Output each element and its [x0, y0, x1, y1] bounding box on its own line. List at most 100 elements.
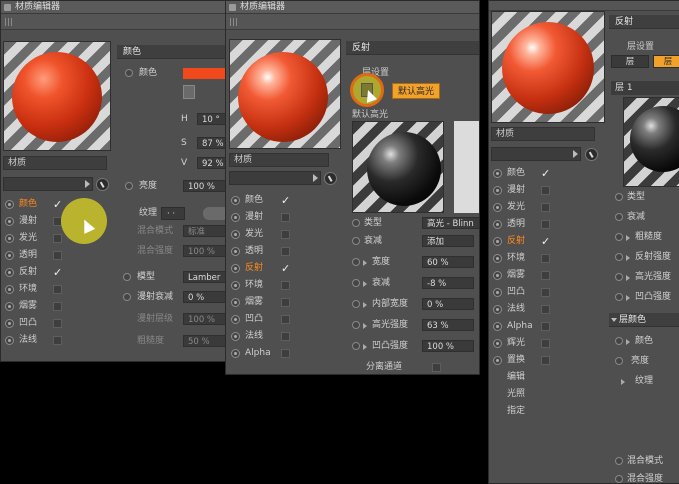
channel-item[interactable]: 漫射 — [229, 209, 299, 226]
diffuse-falloff-value[interactable]: 0 % — [183, 291, 227, 303]
anim-radio[interactable] — [615, 273, 623, 281]
channel-item[interactable]: 反射 — [3, 264, 63, 281]
anim-radio[interactable] — [352, 219, 360, 227]
material-name-field[interactable]: 材质 — [491, 127, 595, 141]
h-value[interactable]: 10 ° — [197, 113, 227, 125]
expand-icon[interactable] — [621, 379, 625, 385]
channel-item[interactable]: 辉光 — [491, 335, 553, 352]
expand-icon[interactable] — [626, 295, 630, 301]
channel-checkbox[interactable] — [541, 339, 550, 348]
s-value[interactable]: 87 % — [197, 137, 227, 149]
channel-item[interactable]: 漫射 — [3, 213, 63, 230]
layer-tab-a[interactable]: 层 — [611, 55, 649, 68]
pick-material-icon[interactable] — [96, 178, 109, 191]
channel-checkbox[interactable] — [53, 264, 62, 281]
expand-icon[interactable] — [626, 339, 630, 345]
channel-item[interactable]: 置换 — [491, 352, 553, 369]
channel-checkbox[interactable] — [281, 192, 290, 209]
expand-icon[interactable] — [363, 344, 367, 350]
spec-strength-value[interactable]: 63 % — [422, 319, 474, 331]
blend-mode-value[interactable]: 标准 — [183, 225, 227, 237]
anim-radio[interactable] — [615, 457, 623, 465]
color-mode-icon[interactable] — [183, 85, 195, 99]
channel-item[interactable]: 烟雾 — [491, 267, 553, 284]
expand-icon[interactable] — [363, 260, 367, 266]
anim-radio[interactable] — [352, 279, 360, 287]
expand-icon[interactable] — [363, 281, 367, 287]
channel-item[interactable]: 环境 — [229, 277, 299, 294]
falloff-value[interactable]: 添加 — [422, 235, 474, 247]
anim-radio[interactable] — [352, 237, 360, 245]
channel-checkbox[interactable] — [281, 281, 290, 290]
expand-icon[interactable] — [626, 275, 630, 281]
channel-scroll-strip[interactable] — [229, 171, 321, 185]
inner-width-value[interactable]: 0 % — [422, 298, 474, 310]
channel-checkbox[interactable] — [281, 298, 290, 307]
material-name-field[interactable]: 材质 — [3, 156, 107, 170]
channel-item[interactable]: 反射 — [491, 233, 553, 250]
channel-item[interactable]: 透明 — [491, 216, 553, 233]
material-name-field[interactable]: 材质 — [229, 153, 329, 167]
channel-checkbox[interactable] — [541, 186, 550, 195]
expand-icon[interactable] — [626, 235, 630, 241]
channel-checkbox[interactable] — [53, 285, 62, 294]
anim-radio[interactable] — [615, 357, 623, 365]
pick-material-icon[interactable] — [585, 148, 598, 161]
anim-radio[interactable] — [123, 293, 131, 301]
channel-checkbox[interactable] — [281, 260, 290, 277]
brightness-value[interactable]: 100 % — [183, 180, 227, 192]
anim-radio[interactable] — [615, 213, 623, 221]
width-value[interactable]: 60 % — [422, 256, 474, 268]
grip-icon[interactable] — [5, 18, 14, 26]
channel-checkbox[interactable] — [53, 302, 62, 311]
channel-item[interactable]: 发光 — [3, 230, 63, 247]
channel-checkbox[interactable] — [281, 213, 290, 222]
channel-checkbox[interactable] — [281, 315, 290, 324]
pick-material-icon[interactable] — [324, 172, 337, 185]
channel-item[interactable]: 透明 — [3, 247, 63, 264]
channel-checkbox[interactable] — [541, 271, 550, 280]
channel-checkbox[interactable] — [541, 220, 550, 229]
channel-checkbox[interactable] — [541, 254, 550, 263]
anim-radio[interactable] — [123, 273, 131, 281]
channel-item[interactable]: 颜色 — [491, 165, 553, 182]
channel-item[interactable]: 法线 — [3, 332, 63, 349]
channel-item[interactable]: 环境 — [491, 250, 553, 267]
channel-item[interactable]: Alpha — [491, 318, 553, 335]
color-swatch[interactable] — [183, 68, 227, 79]
roughness-value[interactable]: 50 % — [183, 335, 227, 347]
channel-item[interactable]: 法线 — [229, 328, 299, 345]
channel-item[interactable]: 发光 — [229, 226, 299, 243]
window-title-bar[interactable]: 材质编辑器 — [1, 1, 227, 14]
anim-radio[interactable] — [352, 342, 360, 350]
anim-radio[interactable] — [615, 337, 623, 345]
channel-item[interactable]: Alpha — [229, 345, 299, 362]
channel-checkbox[interactable] — [541, 305, 550, 314]
channel-scroll-strip[interactable] — [3, 177, 93, 191]
channel-checkbox[interactable] — [53, 234, 62, 243]
list-item[interactable]: 指定 — [491, 403, 553, 420]
anim-radio[interactable] — [615, 193, 623, 201]
texture-dropdown[interactable]: · · — [161, 207, 185, 220]
anim-radio[interactable] — [352, 258, 360, 266]
anim-radio[interactable] — [352, 321, 360, 329]
diffuse-level-value[interactable]: 100 % — [183, 313, 227, 325]
channel-item[interactable]: 反射 — [229, 260, 299, 277]
channel-item[interactable]: 法线 — [491, 301, 553, 318]
anim-radio[interactable] — [125, 182, 133, 190]
channel-item[interactable]: 透明 — [229, 243, 299, 260]
v-value[interactable]: 92 % — [197, 157, 227, 169]
layer1-row[interactable]: 层 1 — [611, 81, 679, 95]
channel-checkbox[interactable] — [541, 322, 550, 331]
model-value[interactable]: Lamber — [183, 271, 227, 283]
expand-icon[interactable] — [626, 255, 630, 261]
channel-scroll-strip[interactable] — [491, 147, 581, 161]
layer-tab-b[interactable]: 层 — [653, 55, 679, 68]
channel-item[interactable]: 凹凸 — [229, 311, 299, 328]
channel-item[interactable]: 发光 — [491, 199, 553, 216]
grip-icon[interactable] — [230, 18, 239, 26]
channel-checkbox[interactable] — [541, 356, 550, 365]
anim-radio[interactable] — [352, 300, 360, 308]
channel-checkbox[interactable] — [281, 230, 290, 239]
channel-checkbox[interactable] — [53, 319, 62, 328]
